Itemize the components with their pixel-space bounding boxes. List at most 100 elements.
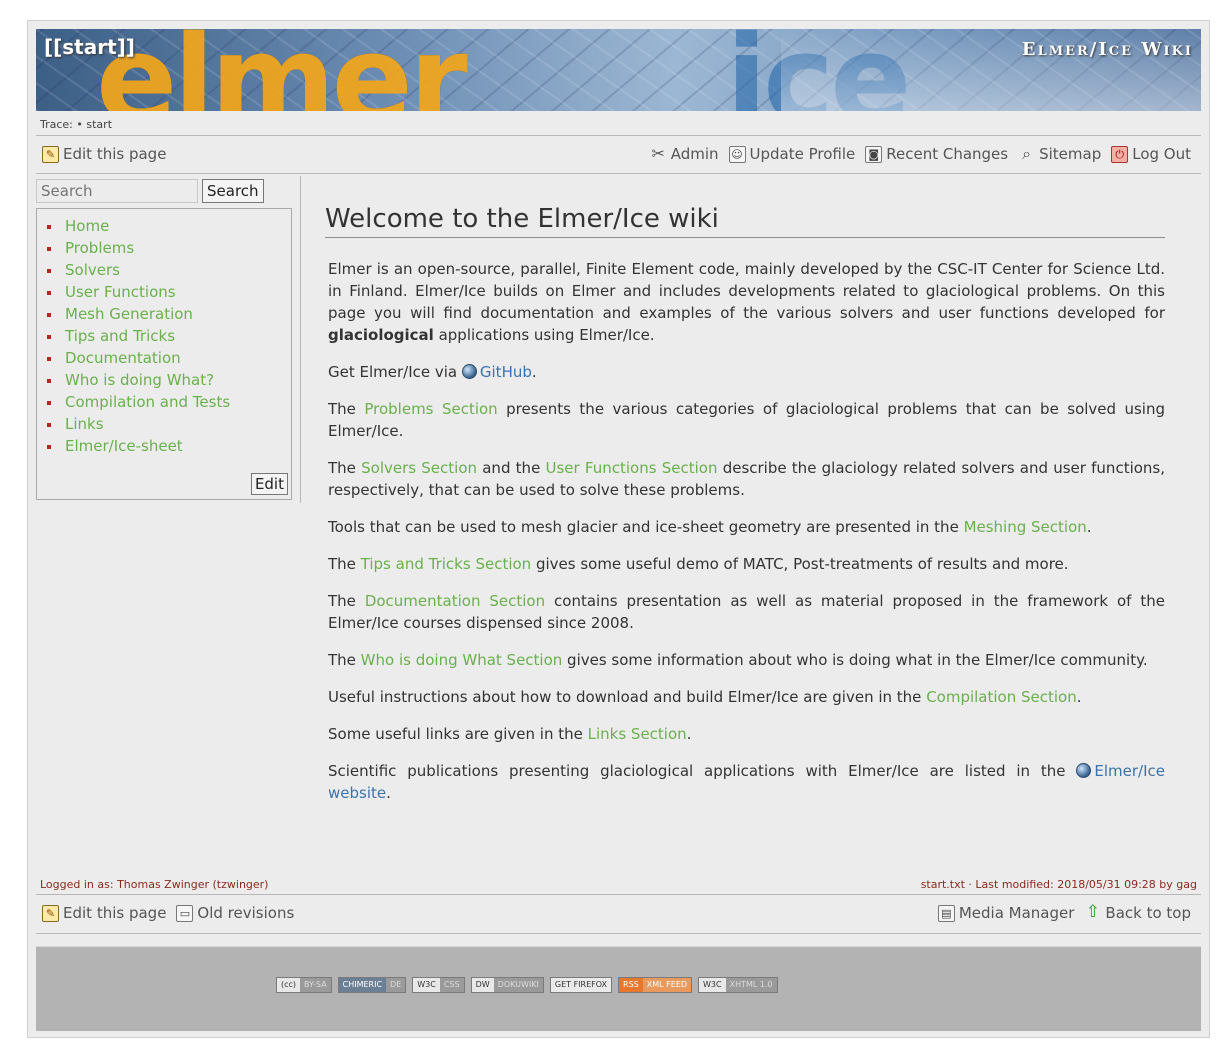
badge-cc-by-sa[interactable]: (cc) BY-SA (276, 977, 332, 993)
admin-link[interactable]: ✂ Admin (650, 145, 719, 163)
sidebar-edit-button[interactable]: Edit (250, 473, 288, 495)
sidebar-nav: Home Problems Solvers User Functions Mes… (36, 208, 292, 500)
links-section-link[interactable]: Links Section (588, 725, 687, 743)
edit-page-label: Edit this page (63, 145, 167, 163)
trace-label: Trace: (40, 118, 73, 131)
bullet-icon (47, 357, 51, 361)
text: . (531, 363, 537, 381)
badge-right: DOKUWIKI (493, 978, 543, 992)
problems-section-link[interactable]: Problems Section (364, 400, 497, 418)
nav-link[interactable]: Solvers (65, 261, 120, 279)
recent-changes-link[interactable]: ◙ Recent Changes (865, 145, 1008, 163)
profile-icon: ☺ (728, 145, 746, 163)
breadcrumb-start[interactable]: start (86, 118, 112, 131)
sidebar-item-solvers: Solvers (45, 259, 291, 281)
update-profile-link[interactable]: ☺ Update Profile (728, 145, 856, 163)
old-revisions-label: Old revisions (197, 904, 295, 922)
nav-link[interactable]: Tips and Tricks (65, 327, 175, 345)
badge-w3c-css[interactable]: W3C CSS (412, 977, 465, 993)
documentation-section-link[interactable]: Documentation Section (365, 592, 545, 610)
back-to-top-link[interactable]: ⇧ Back to top (1084, 901, 1191, 922)
bullet-icon (47, 423, 51, 427)
sidebar-item-tips-and-tricks: Tips and Tricks (45, 325, 291, 347)
recent-changes-label: Recent Changes (886, 145, 1009, 163)
badge-w3c-xhtml[interactable]: W3C XHTML 1.0 (698, 977, 778, 993)
nav-link[interactable]: Problems (65, 239, 134, 257)
update-profile-label: Update Profile (749, 145, 856, 163)
sidebar: Search Home Problems Solvers User Functi… (36, 177, 301, 502)
recent-changes-icon: ◙ (865, 145, 883, 163)
bullet-icon (47, 269, 51, 273)
badge-rss-feed[interactable]: RSS XML FEED (618, 977, 693, 993)
text: The (328, 555, 361, 573)
edit-page-button[interactable]: ✎ Edit this page (42, 145, 166, 163)
text: gives some useful demo of MATC, Post-tre… (531, 555, 1069, 573)
search-input[interactable] (36, 179, 198, 203)
nav-link[interactable]: Compilation and Tests (65, 393, 230, 411)
sidebar-item-who-is-doing-what: Who is doing What? (45, 369, 291, 391)
github-link[interactable]: GitHub (480, 363, 532, 381)
text: Some useful links are given in the (328, 725, 588, 743)
sitemap-label: Sitemap (1039, 145, 1102, 163)
logged-in-info: Logged in as: Thomas Zwinger (tzwinger) (40, 878, 269, 891)
text: applications using Elmer/Ice. (433, 326, 655, 344)
text: gives some information about who is doin… (562, 651, 1148, 669)
bullet-icon (47, 335, 51, 339)
bullet-icon (47, 445, 51, 449)
solvers-paragraph: The Solvers Section and the User Functio… (328, 457, 1165, 501)
who-is-doing-what-section-link[interactable]: Who is doing What Section (361, 651, 563, 669)
site-title: Elmer/Ice Wiki (1021, 39, 1193, 60)
footer-badges: (cc) BY-SA CHIMERIC DE W3C CSS DW DOKUWIKI G… (276, 977, 778, 993)
text: . (1086, 518, 1092, 536)
nav-link[interactable]: User Functions (65, 283, 176, 301)
text: . (686, 725, 692, 743)
globe-icon (1076, 763, 1092, 778)
badge-left: (cc) (277, 978, 301, 992)
top-action-bar: ✎ Edit this page ✂ Admin ☺ Update Profil… (36, 143, 1201, 169)
badge-chimeric[interactable]: CHIMERIC DE (337, 977, 407, 993)
sidebar-item-compilation-and-tests: Compilation and Tests (45, 391, 291, 413)
tips-and-tricks-section-link[interactable]: Tips and Tricks Section (361, 555, 532, 573)
badge-dokuwiki[interactable]: DW DOKUWIKI (470, 977, 544, 993)
search-button[interactable]: Search (202, 179, 264, 203)
who-paragraph: The Who is doing What Section gives some… (328, 649, 1165, 671)
meshing-paragraph: Tools that can be used to mesh glacier a… (328, 516, 1165, 538)
sitemap-link[interactable]: ⌕ Sitemap (1018, 145, 1101, 163)
nav-link[interactable]: Who is doing What? (65, 371, 214, 389)
solvers-section-link[interactable]: Solvers Section (361, 459, 477, 477)
breadcrumb-bullet: • (76, 118, 83, 131)
header-banner: elmer ice [[start]] Elmer/Ice Wiki (36, 29, 1201, 111)
compilation-section-link[interactable]: Compilation Section (926, 688, 1077, 706)
text: The (328, 459, 362, 477)
bottom-edit-page-button[interactable]: ✎ Edit this page (42, 904, 166, 922)
sidebar-item-elmer-ice-sheet: Elmer/Ice-sheet (45, 435, 291, 457)
old-revisions-link[interactable]: ▭ Old revisions (176, 904, 294, 922)
nav-link[interactable]: Mesh Generation (65, 305, 193, 323)
intro-paragraph: Elmer is an open-source, parallel, Finit… (328, 258, 1165, 346)
tools-icon: ✂ (651, 143, 665, 163)
meshing-section-link[interactable]: Meshing Section (964, 518, 1087, 536)
log-out-icon: ⏻ (1111, 145, 1129, 163)
user-functions-section-link[interactable]: User Functions Section (546, 459, 718, 477)
bullet-icon (47, 247, 51, 251)
tips-paragraph: The Tips and Tricks Section gives some u… (328, 553, 1165, 575)
badge-left: W3C (413, 978, 440, 992)
arrow-up-icon: ⇧ (1085, 901, 1101, 922)
nav-link[interactable]: Links (65, 415, 104, 433)
divider (36, 894, 1201, 895)
media-manager-link[interactable]: ▤ Media Manager (937, 904, 1074, 922)
text: Get Elmer/Ice via (328, 363, 462, 381)
text: Scientific publications presenting glaci… (328, 762, 1077, 780)
text: Elmer is an open-source, parallel, Finit… (328, 260, 1165, 322)
bullet-icon (47, 313, 51, 317)
badge-get-firefox[interactable]: GET FIREFOX (549, 977, 613, 993)
text: and the (477, 459, 546, 477)
nav-link[interactable]: Documentation (65, 349, 181, 367)
nav-link[interactable]: Home (65, 217, 109, 235)
text: The (328, 400, 365, 418)
log-out-link[interactable]: ⏻ Log Out (1111, 145, 1191, 163)
start-page-link[interactable]: [[start]] (44, 35, 135, 59)
nav-link[interactable]: Elmer/Ice-sheet (65, 437, 183, 455)
page-title: Welcome to the Elmer/Ice wiki (325, 201, 1165, 238)
badge-right: BY-SA (300, 978, 331, 992)
